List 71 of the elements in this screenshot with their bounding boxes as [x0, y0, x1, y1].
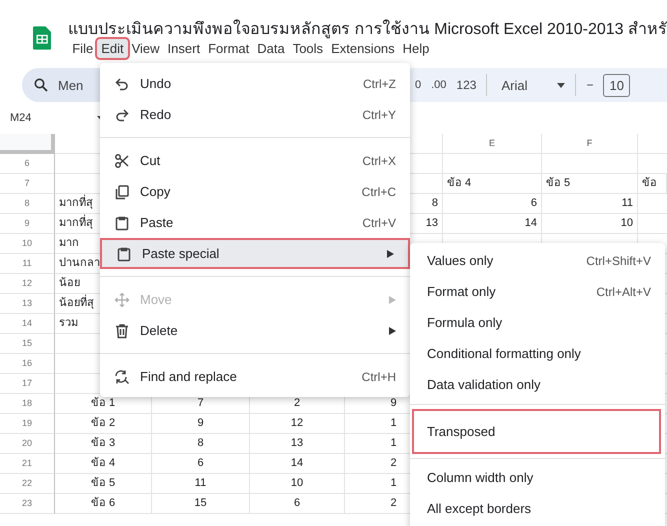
clipboard-icon — [114, 214, 130, 230]
menu-item[interactable]: Transposed — [412, 409, 661, 454]
clipboard-icon — [116, 246, 132, 262]
menu-bar-item[interactable]: Edit — [97, 39, 128, 58]
table-cell: ข้อ 4 — [55, 454, 152, 474]
search-icon — [34, 78, 48, 92]
undo-icon — [114, 76, 130, 92]
table-cell: 6 — [250, 494, 345, 514]
menu-bar-item[interactable]: Help — [398, 39, 434, 58]
table-cell: 14 — [443, 214, 542, 234]
document-title[interactable]: แบบประเมินความพึงพอใจอบรมหลักสูตร การใช้งาน Microsoft Excel 2010-2013 สำหรั — [68, 20, 667, 39]
copy-icon — [114, 184, 130, 200]
table-cell: 6 — [152, 454, 250, 474]
menu-bar-item[interactable]: Extensions — [327, 39, 399, 58]
name-box[interactable]: M24 — [10, 112, 32, 124]
table-cell: 10 — [250, 474, 345, 494]
submenu-arrow-icon — [389, 326, 396, 334]
shortcut-text: Ctrl+V — [362, 216, 396, 230]
font-size-field[interactable]: 10 — [603, 74, 630, 96]
menu-item[interactable]: Undo Ctrl+Z — [100, 68, 410, 99]
sheets-logo-icon[interactable] — [33, 24, 52, 52]
table-cell: ข้อ 5 — [55, 474, 152, 494]
menu-bar-item[interactable]: View — [128, 39, 164, 58]
table-cell: ข้อ 5 — [542, 174, 638, 194]
table-cell: ข้อ 4 — [443, 174, 542, 194]
table-cell: 13 — [250, 434, 345, 454]
menu-bar-item[interactable]: Insert — [164, 39, 204, 58]
toolbar-button[interactable]: − — [586, 78, 594, 92]
caret-icon — [557, 82, 566, 88]
table-cell: 15 — [152, 494, 250, 514]
submenu-arrow-icon — [389, 296, 396, 304]
menu-item[interactable]: Paste special — [100, 238, 410, 269]
table-cell: ข้อ 3 — [55, 434, 152, 454]
toolbar-button[interactable]: 123 — [456, 78, 476, 92]
redo-icon — [114, 106, 130, 122]
shortcut-text: Ctrl+X — [362, 154, 396, 168]
submenu-arrow-icon — [387, 250, 394, 258]
table-cell: 14 — [250, 454, 345, 474]
decimal-button[interactable]: .00 — [431, 79, 446, 91]
table-cell: ข้อ — [638, 174, 667, 194]
shortcut-text: Ctrl+Z — [363, 76, 396, 90]
decimal-button[interactable]: 0 — [415, 79, 422, 91]
menu-bar-item[interactable]: Data — [253, 39, 289, 58]
menu-item[interactable]: Redo Ctrl+Y — [100, 99, 410, 130]
menu-bar-item[interactable]: Format — [204, 39, 254, 58]
menu-item[interactable]: Find and replace Ctrl+H — [100, 361, 410, 392]
table-cell: 9 — [152, 414, 250, 434]
find-replace-icon — [114, 368, 130, 384]
table-cell: 8 — [152, 434, 250, 454]
shortcut-text: Ctrl+Shift+V — [586, 254, 651, 268]
table-cell: 6 — [443, 194, 542, 214]
trash-icon — [114, 322, 130, 338]
menu-item[interactable]: Conditional formatting only — [410, 338, 665, 369]
shortcut-text: Ctrl+H — [362, 370, 396, 384]
menu-item[interactable]: Values only Ctrl+Shift+V — [410, 245, 665, 276]
menu-item[interactable]: Formula only — [410, 307, 665, 338]
table-cell: 11 — [152, 474, 250, 494]
table-cell: 10 — [542, 214, 638, 234]
font-dropdown[interactable]: Arial — [501, 78, 566, 92]
table-cell: 11 — [542, 194, 638, 214]
menu-item[interactable]: Cut Ctrl+X — [100, 145, 410, 176]
menu-bar-item[interactable]: Tools — [288, 39, 328, 58]
table-cell: 12 — [250, 414, 345, 434]
shortcut-text: Ctrl+Alt+V — [596, 284, 651, 298]
move-arrows-icon — [114, 292, 130, 308]
menu-bar-item[interactable]: File — [68, 39, 98, 58]
menu-item[interactable]: Format only Ctrl+Alt+V — [410, 276, 665, 307]
scissors-icon — [114, 152, 130, 168]
shortcut-text: Ctrl+Y — [362, 108, 396, 122]
table-cell: ข้อ 2 — [55, 414, 152, 434]
table-cell: ข้อ 6 — [55, 494, 152, 514]
